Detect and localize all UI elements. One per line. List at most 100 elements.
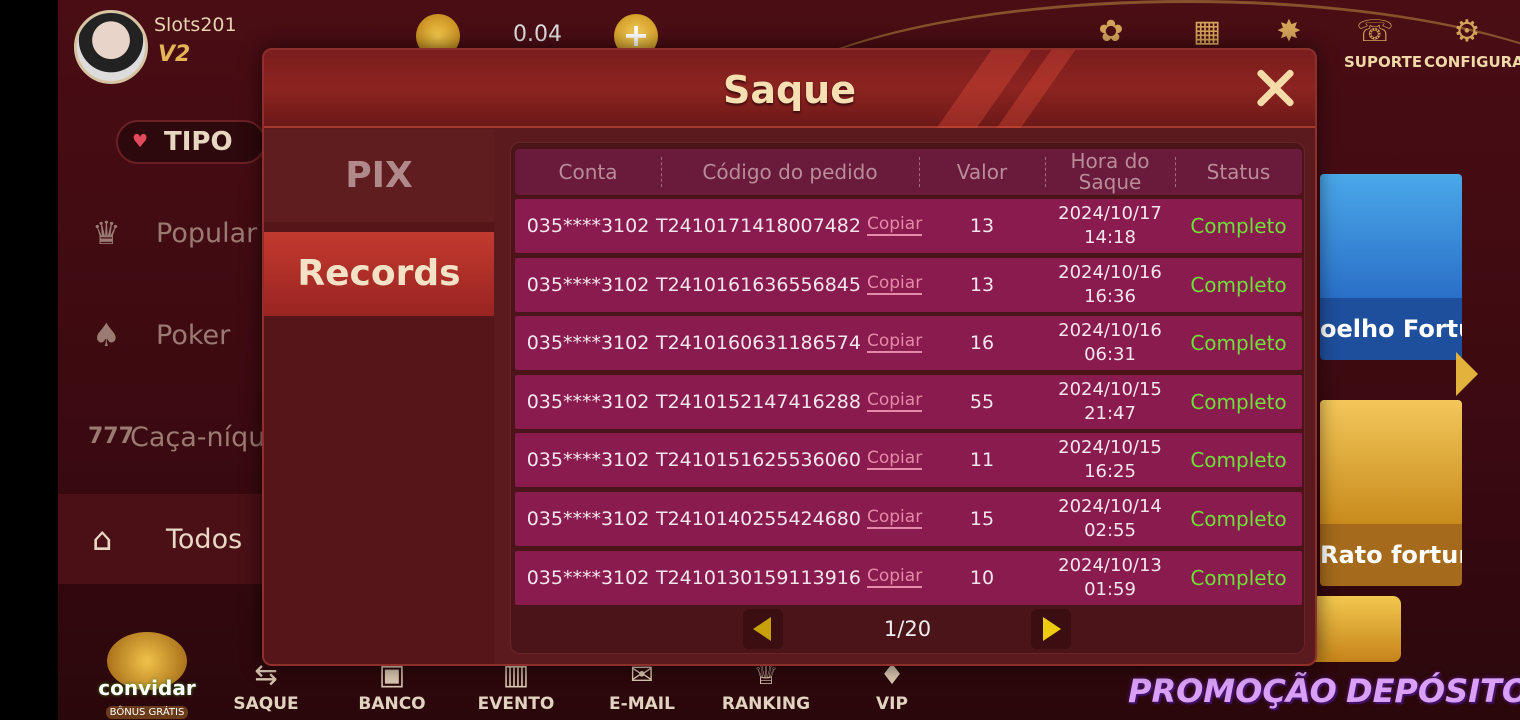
game-card-rat[interactable]: Rato fortuna (1320, 400, 1462, 586)
close-icon[interactable] (1253, 66, 1297, 110)
table-row: 035****3102 T2410152147416288 Copiar 55 2024… (515, 374, 1302, 429)
copy-link[interactable]: Copiar (867, 566, 923, 588)
shopping-bag-icon[interactable] (1305, 596, 1401, 662)
rat-game-art (1320, 400, 1462, 524)
game-name: oelho Fortuna (1320, 298, 1462, 360)
cell-valor: 13 (969, 273, 995, 296)
tab-pix[interactable]: PIX (264, 130, 494, 222)
cell-conta: 035****3102 (526, 566, 650, 589)
status-badge: Completo (1190, 272, 1287, 297)
cell-time: 16:36 (1084, 285, 1136, 307)
slot-777-icon: 777 (88, 424, 134, 449)
cell-codigo: T2410151625536060 (655, 449, 861, 472)
gear-icon[interactable]: ⚙ (1442, 14, 1492, 54)
nav-saque[interactable]: ⇆ SAQUE (216, 658, 316, 714)
table-row: 035****3102 T2410140255424680 Copiar 15 2024… (515, 492, 1302, 546)
status-badge: Completo (1190, 389, 1287, 414)
cell-time: 02:55 (1084, 520, 1136, 541)
page-indicator: 1/20 (883, 617, 932, 641)
nav-ranking[interactable]: ♕ RANKING (716, 658, 816, 714)
nav-label: E-MAIL (609, 694, 675, 714)
balance-value: 0.04 (513, 22, 562, 47)
scroll-right-arrow-icon[interactable] (1456, 352, 1478, 396)
nav-email[interactable]: ✉ E-MAIL (592, 658, 692, 714)
username: Slots201 (154, 14, 237, 36)
col-hora: Hora do Saque (1045, 149, 1175, 195)
settings-label[interactable]: CONFIGURA (1424, 53, 1520, 71)
cell-valor: 11 (969, 449, 995, 472)
copy-link[interactable]: Copiar (867, 448, 923, 471)
copy-link[interactable]: Copiar (867, 507, 923, 529)
category-label: Poker (156, 320, 231, 351)
modal-header: Saque (264, 50, 1315, 128)
copy-link[interactable]: Copiar (867, 390, 923, 412)
support-24h-icon[interactable]: ☏ (1350, 14, 1400, 54)
records-table: Conta Código do pedido Valor Hora do Saq… (510, 142, 1305, 654)
next-page-button[interactable] (1031, 609, 1071, 649)
deposit-button[interactable]: DEPÓSITO (1346, 672, 1520, 710)
cell-hora: 2024/10/14 02:55 (1045, 492, 1175, 546)
cell-date: 2024/10/16 (1058, 261, 1162, 283)
status-badge: Completo (1190, 448, 1287, 473)
cell-valor: 10 (969, 566, 995, 589)
copy-link[interactable]: Copiar (867, 214, 923, 236)
cell-conta: 035****3102 (526, 508, 650, 530)
nav-label: RANKING (721, 694, 811, 714)
cell-hora: 2024/10/13 01:59 (1045, 551, 1175, 605)
cell-date: 2024/10/13 (1058, 554, 1162, 576)
cell-date: 2024/10/15 (1058, 437, 1162, 459)
tab-records[interactable]: Records (264, 232, 494, 316)
status-badge: Completo (1190, 507, 1287, 531)
category-label: Todos (166, 524, 243, 555)
table-row: 035****3102 T2410130159113916 Copiar 10 2024… (515, 550, 1302, 605)
invite-button[interactable]: convidar BÔNUS GRÁTIS (92, 632, 202, 719)
nav-banco[interactable]: ▣ BANCO (342, 658, 442, 714)
cell-conta: 035****3102 (526, 273, 650, 296)
col-conta: Conta (558, 159, 618, 184)
category-popular[interactable]: ♛ Popular (58, 188, 268, 278)
nav-vip[interactable]: ♦ VIP (842, 658, 942, 714)
support-label[interactable]: SUPORTE (1344, 53, 1422, 71)
copy-link[interactable]: Copiar (867, 331, 923, 354)
cell-codigo: T2410161636556845 (655, 273, 861, 296)
table-header: Conta Código do pedido Valor Hora do Saq… (515, 149, 1302, 195)
category-todos[interactable]: ⌂ Todos (58, 494, 268, 584)
table-row: 035****3102 T2410160631186574 Copiar 16 2024… (515, 316, 1302, 371)
cell-conta: 035****3102 (526, 215, 650, 237)
cell-codigo: T2410171418007482 (655, 215, 861, 237)
cell-time: 01:59 (1084, 578, 1136, 600)
crown-icon: ♛ (92, 214, 121, 252)
cell-hora: 2024/10/15 16:25 (1045, 433, 1175, 487)
rabbit-game-art (1320, 174, 1462, 298)
modal-title: Saque (722, 68, 857, 112)
cell-hora: 2024/10/15 21:47 (1045, 375, 1175, 429)
cell-date: 2024/10/15 (1058, 378, 1162, 400)
cell-codigo: T2410130159113916 (655, 566, 861, 589)
vip-level-badge: V2 (158, 42, 191, 67)
nav-label: EVENTO (477, 694, 555, 714)
game-card-rabbit[interactable]: oelho Fortuna (1320, 174, 1462, 360)
category-label: Caça-níqu (130, 422, 266, 453)
nav-label: VIP (876, 694, 908, 714)
house-bolt-icon: ⌂ (92, 520, 113, 558)
heart-icon: ♥ (132, 131, 149, 152)
cell-date: 2024/10/16 (1058, 320, 1162, 342)
nav-evento[interactable]: ▥ EVENTO (466, 658, 566, 714)
tipo-header: ♥ TIPO (116, 120, 266, 164)
col-codigo: Código do pedido (702, 159, 878, 184)
table-row: 035****3102 T2410171418007482 Copiar 13 2024… (515, 199, 1302, 253)
category-poker[interactable]: ♠ Poker (58, 290, 268, 380)
cell-codigo: T2410152147416288 (655, 390, 861, 413)
modal-tabs: PIX Records (264, 130, 494, 664)
cell-conta: 035****3102 (526, 449, 650, 472)
promo-button[interactable]: PROMOÇÃO (1128, 672, 1337, 710)
cell-time: 16:25 (1084, 461, 1136, 483)
copy-link[interactable]: Copiar (867, 273, 923, 295)
avatar[interactable] (74, 10, 148, 84)
cell-date: 2024/10/17 (1058, 203, 1162, 224)
col-hora-line1: Hora do (1070, 149, 1150, 173)
cell-hora: 2024/10/17 14:18 (1045, 199, 1175, 253)
category-slots[interactable]: 777 Caça-níqu (58, 392, 268, 482)
status-badge: Completo (1190, 565, 1287, 590)
pagination: 1/20 (511, 605, 1304, 649)
